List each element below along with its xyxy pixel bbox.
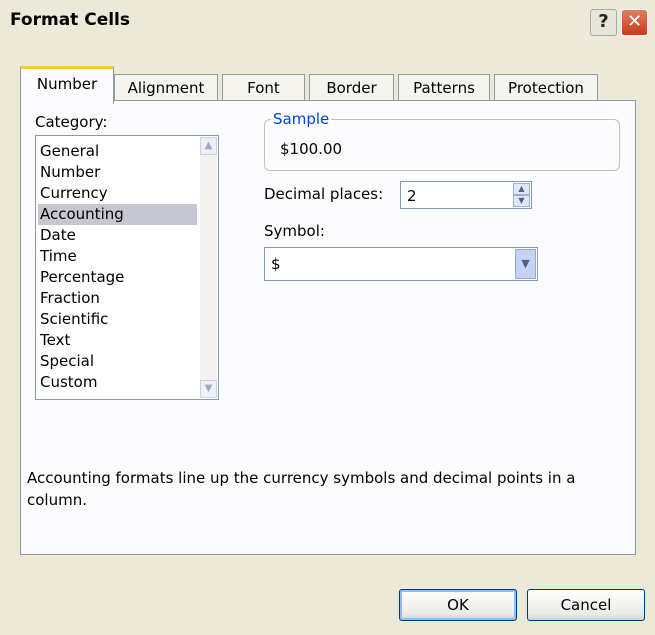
scroll-up-icon[interactable]: ▲ — [200, 137, 217, 155]
sample-legend: Sample — [271, 110, 332, 128]
number-tab-panel: Category: General Number Currency Accoun… — [20, 100, 636, 555]
cancel-button[interactable]: Cancel — [527, 589, 645, 621]
decimal-places-label: Decimal places: — [264, 185, 384, 203]
symbol-dropdown[interactable]: $ ▼ — [264, 247, 538, 281]
symbol-value: $ — [271, 255, 281, 273]
category-item-custom[interactable]: Custom — [40, 372, 97, 393]
category-item-date[interactable]: Date — [40, 225, 76, 246]
tab-alignment[interactable]: Alignment — [114, 74, 218, 102]
category-label: Category: — [35, 113, 108, 131]
category-item-general[interactable]: General — [40, 141, 99, 162]
decimal-places-spinner[interactable]: 2 ▲ ▼ — [400, 181, 532, 209]
category-item-accounting[interactable]: Accounting — [38, 204, 197, 225]
spin-up-icon[interactable]: ▲ — [513, 183, 530, 195]
category-item-currency[interactable]: Currency — [40, 183, 108, 204]
dialog-title-bar: Format Cells ? ✕ — [0, 0, 655, 40]
spin-down-icon[interactable]: ▼ — [513, 195, 530, 207]
category-listbox[interactable]: General Number Currency Accounting Date … — [35, 135, 219, 400]
category-item-time[interactable]: Time — [40, 246, 77, 267]
category-item-number[interactable]: Number — [40, 162, 100, 183]
decimal-places-value[interactable]: 2 — [407, 187, 417, 205]
dialog-title: Format Cells — [10, 10, 130, 30]
tab-protection[interactable]: Protection — [494, 74, 598, 102]
category-item-percentage[interactable]: Percentage — [40, 267, 124, 288]
category-item-scientific[interactable]: Scientific — [40, 309, 108, 330]
spin-buttons: ▲ ▼ — [513, 183, 530, 207]
close-button[interactable]: ✕ — [621, 9, 648, 36]
ok-button[interactable]: OK — [399, 589, 517, 621]
sample-group: Sample $100.00 — [264, 110, 620, 171]
tab-font[interactable]: Font — [222, 74, 305, 102]
category-item-fraction[interactable]: Fraction — [40, 288, 100, 309]
category-item-text[interactable]: Text — [40, 330, 70, 351]
category-item-special[interactable]: Special — [40, 351, 94, 372]
tab-number[interactable]: Number — [20, 66, 114, 104]
scroll-down-icon[interactable]: ▼ — [200, 380, 217, 398]
sample-value: $100.00 — [280, 140, 343, 158]
category-description: Accounting formats line up the currency … — [27, 469, 576, 509]
category-scrollbar[interactable]: ▲ ▼ — [200, 137, 217, 398]
tab-patterns[interactable]: Patterns — [398, 74, 490, 102]
chevron-down-icon[interactable]: ▼ — [515, 249, 536, 279]
tab-border[interactable]: Border — [309, 74, 394, 102]
help-button[interactable]: ? — [590, 9, 617, 36]
symbol-label: Symbol: — [264, 222, 325, 240]
